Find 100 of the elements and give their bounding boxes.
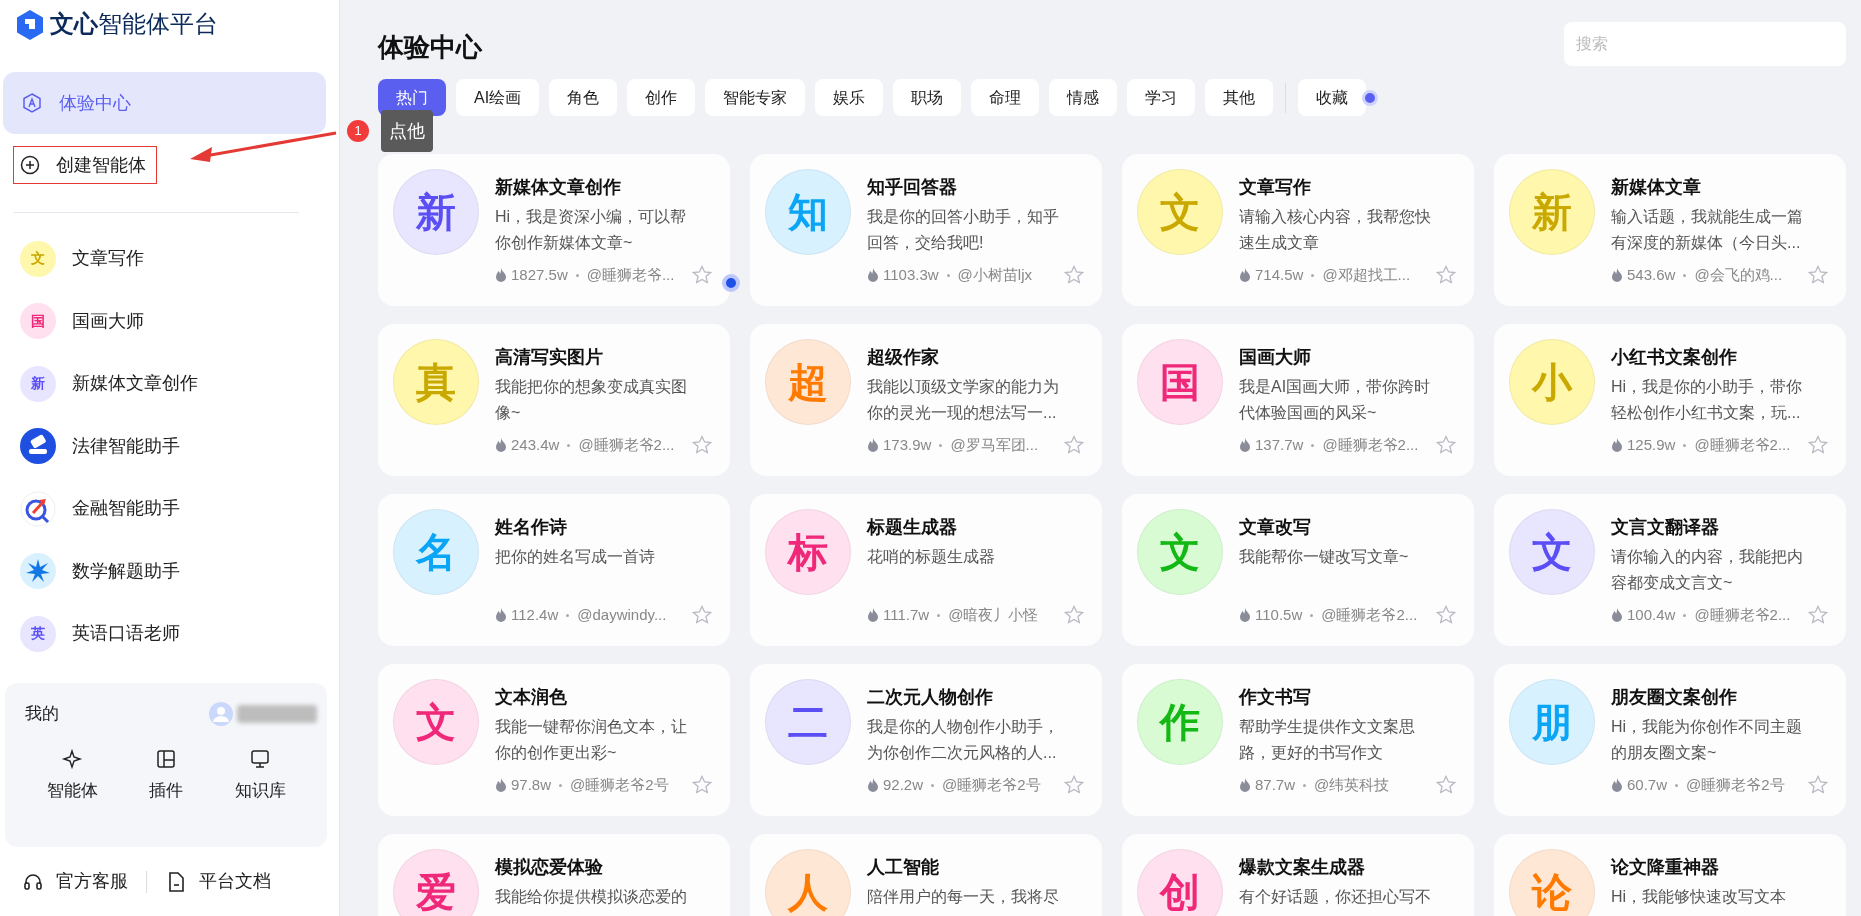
star-icon[interactable] xyxy=(1808,605,1828,626)
view-count: 92.2w xyxy=(883,775,924,795)
avatar-badge: 知 xyxy=(765,169,851,255)
star-icon[interactable] xyxy=(1808,435,1828,456)
agent-card[interactable]: 文 文言文翻译器 请你输入的内容，我能把内容都变成文言文~ 100.4w @睡狮老爷2... xyxy=(1494,494,1846,646)
agent-card[interactable]: 二 二次元人物创作 我是你的人物创作小助手，为你创作二次元风格的人... 92.2w @睡狮老爷2号 xyxy=(750,664,1102,816)
author-name: @睡狮老爷2号 xyxy=(1686,775,1786,795)
footer-link[interactable]: 官方客服 xyxy=(22,868,128,895)
shortcut-button[interactable]: 智能体 xyxy=(25,748,119,804)
view-count: 111.7w xyxy=(883,605,930,625)
category-tab[interactable]: 情感 xyxy=(1049,79,1118,116)
agent-card[interactable]: 新 新媒体文章创作 Hi，我是资深小编，可以帮你创作新媒体文章~ 1827.5w @睡狮老爷... xyxy=(378,154,730,306)
gavel-icon xyxy=(20,428,56,465)
author-name: @睡狮老爷2... xyxy=(578,435,676,455)
category-tab[interactable]: 创作 xyxy=(627,79,696,116)
agent-card[interactable]: 爱 模拟恋爱体验 我能给你提供模拟谈恋爱的 xyxy=(378,834,730,916)
agent-card[interactable]: 作 作文书写 帮助学生提供作文文案思路，更好的书写作文 87.7w @纬英科技 xyxy=(1122,664,1474,816)
footer-link[interactable]: 平台文档 xyxy=(165,868,271,895)
agent-card[interactable]: 新 新媒体文章 输入话题，我就能生成一篇有深度的新媒体（今日头... 543.6w @会飞的鸡... xyxy=(1494,154,1846,306)
star-icon[interactable] xyxy=(1064,775,1084,796)
shortcut-button[interactable]: 知识库 xyxy=(213,748,307,804)
agent-card[interactable]: 朋 朋友圈文案创作 Hi，我能为你创作不同主题的朋友圈文案~ 60.7w @睡狮老爷2号 xyxy=(1494,664,1846,816)
category-tab[interactable]: 娱乐 xyxy=(815,79,884,116)
search-field[interactable]: 搜索 xyxy=(1564,22,1846,66)
sidebar-item[interactable]: 文 文章写作 xyxy=(0,227,339,290)
nav-item[interactable]: 创建智能体 xyxy=(14,147,156,184)
avatar-badge: 国 xyxy=(1137,339,1223,425)
avatar-badge: 文 xyxy=(1509,509,1595,595)
category-tab[interactable]: 智能专家 xyxy=(705,79,806,116)
author-name: @纬英科技 xyxy=(1314,775,1391,795)
agent-card[interactable]: 名 姓名作诗 把你的姓名写成一首诗 112.4w @daywindy... xyxy=(378,494,730,646)
shortcut-button[interactable]: 插件 xyxy=(119,748,213,804)
agent-card[interactable]: 人 人工智能 陪伴用户的每一天，我将尽 xyxy=(750,834,1102,916)
star-icon[interactable] xyxy=(1064,265,1084,286)
category-tab[interactable]: 其他 xyxy=(1205,79,1274,116)
flame-icon xyxy=(1611,268,1623,283)
star-icon[interactable] xyxy=(692,265,712,286)
flame-icon xyxy=(867,268,879,283)
agent-card[interactable]: 论 论文降重神器 Hi，我能够快速改写文本 xyxy=(1494,834,1846,916)
agent-card[interactable]: 真 高清写实图片 我能把你的想象变成真实图像~ 243.4w @睡狮老爷2... xyxy=(378,324,730,476)
card-title: 人工智能 xyxy=(867,856,940,879)
card-description: Hi，我是资深小编，可以帮你创作新媒体文章~ xyxy=(495,207,688,253)
flame-icon xyxy=(867,778,879,793)
agent-card[interactable]: 文 文章改写 我能帮你一键改写文章~ 110.5w @睡狮老爷2... xyxy=(1122,494,1474,646)
author-name: @睡狮老爷2... xyxy=(1321,605,1419,625)
category-tab[interactable]: 收藏 xyxy=(1298,79,1367,116)
star-icon[interactable] xyxy=(1436,265,1456,286)
card-description: 输入话题，我就能生成一篇有深度的新媒体（今日头... xyxy=(1611,207,1804,253)
sparkle-icon xyxy=(61,748,83,771)
sidebar-item[interactable]: 国 国画大师 xyxy=(0,289,339,353)
sidebar-item[interactable]: 法律智能助手 xyxy=(0,414,339,478)
card-description: 请你输入的内容，我能把内容都变成文言文~ xyxy=(1611,547,1804,593)
category-tab[interactable]: 学习 xyxy=(1127,79,1196,116)
star-icon[interactable] xyxy=(1808,775,1828,796)
agent-card[interactable]: 文 文章写作 请输入核心内容，我帮您快速生成文章 714.5w @邓超找工... xyxy=(1122,154,1474,306)
flame-icon xyxy=(495,778,507,793)
author-name: @睡狮老爷2... xyxy=(1694,435,1792,455)
card-description: 陪伴用户的每一天，我将尽 xyxy=(867,887,1060,907)
star-icon[interactable] xyxy=(1064,435,1084,456)
card-title: 标题生成器 xyxy=(867,516,958,539)
card-description: 我能把你的想象变成真实图像~ xyxy=(495,377,688,423)
card-description: 我能帮你一键改写文章~ xyxy=(1239,547,1410,567)
view-count: 60.7w xyxy=(1627,775,1668,795)
category-tab[interactable]: 职场 xyxy=(893,79,962,116)
nav-item[interactable]: 体验中心 xyxy=(3,72,326,135)
sidebar-item[interactable]: 数学解题助手 xyxy=(0,539,339,603)
star-icon[interactable] xyxy=(1436,775,1456,796)
star-icon[interactable] xyxy=(692,775,712,796)
avatar-badge: 文 xyxy=(1137,169,1223,255)
agent-card[interactable]: 国 国画大师 我是AI国画大师，带你跨时代体验国画的风采~ 137.7w @睡狮老爷2... xyxy=(1122,324,1474,476)
view-count: 97.8w xyxy=(511,775,552,795)
sidebar-item[interactable]: 英 英语口语老师 xyxy=(0,602,339,665)
card-description: 花哨的标题生成器 xyxy=(867,547,996,567)
card-title: 小红书文案创作 xyxy=(1611,346,1738,369)
view-count: 100.4w xyxy=(1627,605,1676,625)
avatar-badge: 二 xyxy=(765,679,851,765)
flame-icon xyxy=(1239,608,1251,623)
agent-card[interactable]: 小 小红书文案创作 Hi，我是你的小助手，带你轻松创作小红书文案，玩... 125.9w @睡狮老爷2... xyxy=(1494,324,1846,476)
agent-card[interactable]: 知 知乎回答器 我是你的回答小助手，知乎回答，交给我吧! 1103.3w @小树苗ljx xyxy=(750,154,1102,306)
star-icon[interactable] xyxy=(1808,265,1828,286)
layout-icon xyxy=(155,748,177,771)
agent-card[interactable]: 标 标题生成器 花哨的标题生成器 111.7w @暗夜丿小怪 xyxy=(750,494,1102,646)
star-icon[interactable] xyxy=(692,605,712,626)
sidebar-item[interactable]: 金融智能助手 xyxy=(0,477,339,540)
avatar-badge: 人 xyxy=(765,849,851,916)
category-tab[interactable]: AI绘画 xyxy=(456,79,540,116)
agent-card[interactable]: 创 爆款文案生成器 有个好话题，你还担心写不 xyxy=(1122,834,1474,916)
sidebar-item[interactable]: 新 新媒体文章创作 xyxy=(0,352,339,415)
card-title: 国画大师 xyxy=(1239,346,1312,369)
avatar-badge: 论 xyxy=(1509,849,1595,916)
category-tab[interactable]: 角色 xyxy=(549,79,618,116)
flame-icon xyxy=(1611,778,1623,793)
star-icon[interactable] xyxy=(692,435,712,456)
view-count: 125.9w xyxy=(1627,435,1676,455)
category-tab[interactable]: 命理 xyxy=(971,79,1040,116)
star-icon[interactable] xyxy=(1436,435,1456,456)
star-icon[interactable] xyxy=(1064,605,1084,626)
agent-card[interactable]: 文 文本润色 我能一键帮你润色文本，让你的创作更出彩~ 97.8w @睡狮老爷2号 xyxy=(378,664,730,816)
agent-card[interactable]: 超 超级作家 我能以顶级文学家的能力为你的灵光一现的想法写一... 173.9w @罗马军团... xyxy=(750,324,1102,476)
star-icon[interactable] xyxy=(1436,605,1456,626)
